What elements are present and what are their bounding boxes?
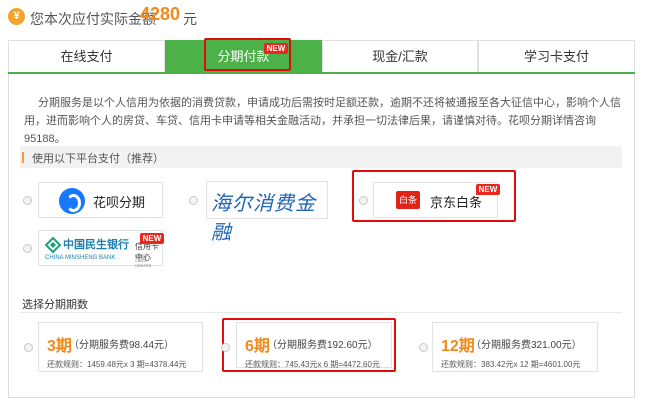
platform-haier[interactable]: 海尔消费金融 (206, 181, 328, 244)
platform-cmbc-label: 中国民生银行 (63, 239, 129, 251)
plan-fee-label: （分期服务费321.00元） (471, 340, 582, 351)
jd-baitiao-logo-icon: 白条 (396, 191, 420, 209)
radio-plan-12[interactable] (419, 343, 428, 352)
platform-section-title: 使用以下平台支付（推荐） (32, 153, 164, 165)
plan-fee-label: （分期服务费98.44元） (69, 340, 175, 351)
platform-huabei[interactable]: 花呗分期 (38, 182, 163, 218)
amount-unit: 元 (183, 11, 197, 27)
platform-jd-baitiao-label: 京东白条 (430, 195, 483, 210)
section-marker (22, 152, 24, 163)
amount-value: 4280 (140, 4, 181, 24)
radio-huabei[interactable] (23, 196, 32, 205)
plan-6-periods[interactable]: 6期 （分期服务费192.60元） 还款规则：745.43元x 6 期=4472… (236, 322, 392, 369)
plan-12-periods[interactable]: 12期 （分期服务费321.00元） 还款规则：383.42元x 12 期=46… (432, 322, 598, 372)
platform-section-header: 使用以下平台支付（推荐） (20, 146, 622, 168)
installment-section-title: 选择分期期数 (22, 299, 88, 311)
tab-online-payment[interactable]: 在线支付 (8, 40, 165, 72)
section-divider (20, 312, 622, 313)
amount-label: 您本次应付实际金额 (30, 11, 156, 27)
plan-3-periods[interactable]: 3期 （分期服务费98.44元） 还款规则：1459.48元x 3 期=4378… (38, 322, 203, 372)
payment-header: ¥ 您本次应付实际金额 4280 元 (0, 0, 650, 36)
plan-rule-label: 还款规则：383.42元x 12 期=4601.00元 (441, 360, 581, 369)
plan-rule-label: 还款规则：745.43元x 6 期=4472.60元 (245, 360, 380, 369)
payment-tabs: 在线支付 分期付款 现金/汇款 学习卡支付 (8, 40, 635, 74)
yen-icon: ¥ (8, 8, 25, 25)
radio-haier[interactable] (189, 196, 198, 205)
radio-cmbc[interactable] (23, 244, 32, 253)
new-badge: NEW (476, 184, 500, 195)
plan-fee-label: （分期服务费192.60元） (267, 340, 378, 351)
huabei-logo-icon (59, 188, 85, 214)
platform-huabei-label: 花呗分期 (93, 195, 146, 210)
tab-study-card[interactable]: 学习卡支付 (478, 40, 635, 72)
radio-jd-baitiao[interactable] (359, 196, 368, 205)
platform-haier-label: 海尔消费金融 (211, 191, 316, 244)
highlight-box (204, 38, 291, 71)
new-badge: NEW (140, 233, 164, 244)
cmbc-logo-icon (45, 237, 61, 253)
radio-plan-6[interactable] (221, 343, 230, 352)
tab-cash-transfer[interactable]: 现金/汇款 (322, 40, 478, 72)
platform-cmbc-en-label: CHINA MINSHENG BANK (45, 255, 116, 261)
installment-description: 分期服务是以个人信用为依据的消费贷款，申请成功后需按时足额还款，逾期不还将被通报… (24, 97, 621, 145)
platform-cmbc-card-sub: CREDIT CARD CENTER (135, 253, 152, 268)
radio-plan-3[interactable] (24, 343, 33, 352)
plan-period-label: 12期 (441, 338, 475, 355)
plan-rule-label: 还款规则：1459.48元x 3 期=4378.44元 (47, 360, 187, 369)
